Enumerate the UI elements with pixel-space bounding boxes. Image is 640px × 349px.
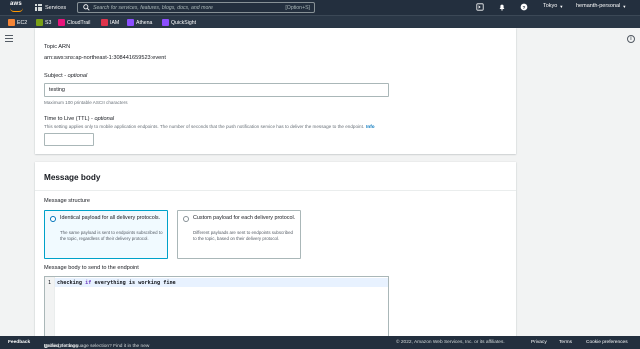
- radio-selected[interactable]: [50, 216, 56, 222]
- option-description: Different payloads are sent to endpoints…: [193, 230, 293, 241]
- favorite-label: Athena: [136, 19, 153, 26]
- feedback-link[interactable]: Feedback: [8, 340, 30, 345]
- s3-service-icon: [36, 19, 43, 26]
- ttl-input[interactable]: [44, 133, 94, 146]
- message-body-editor[interactable]: 1 checking if everything is working fine: [44, 276, 389, 342]
- favorite-cloudtrail[interactable]: CloudTrail: [58, 19, 90, 26]
- search-placeholder: Search for services, features, blogs, do…: [93, 4, 213, 11]
- search-icon: [83, 4, 90, 11]
- terms-link[interactable]: Terms: [559, 340, 572, 345]
- radio-unselected[interactable]: [183, 216, 189, 222]
- favorite-iam[interactable]: IAM: [101, 19, 119, 26]
- svg-text:?: ?: [523, 5, 526, 11]
- ttl-label: Time to Live (TTL) - optional: [44, 116, 115, 122]
- notifications-bell-icon[interactable]: [498, 3, 506, 11]
- cloudtrail-service-icon: [58, 19, 65, 26]
- console-footer: Feedback Looking for language selection?…: [0, 336, 640, 349]
- unified-settings-link[interactable]: Unified Settings: [44, 344, 78, 349]
- quicksight-service-icon: [162, 19, 169, 26]
- favorite-label: S3: [45, 19, 52, 26]
- aws-smile-icon: [9, 8, 23, 12]
- services-grid-icon: [35, 4, 42, 11]
- top-navigation-bar: aws Services Search for services, featur…: [0, 0, 640, 15]
- favorite-ec2[interactable]: EC2: [8, 19, 27, 26]
- global-search-input[interactable]: Search for services, features, blogs, do…: [77, 2, 315, 13]
- option-description: The same payload is sent to endpoints su…: [60, 230, 163, 241]
- services-menu-button[interactable]: Services: [35, 2, 66, 13]
- search-shortcut: [Option+S]: [285, 4, 310, 11]
- custom-payload-option[interactable]: Custom payload for each delivery protoco…: [177, 210, 301, 259]
- aws-logo[interactable]: aws: [6, 1, 26, 14]
- favorite-label: QuickSight: [171, 19, 197, 26]
- editor-code-line: checking if everything is working fine: [57, 280, 176, 286]
- info-panel-icon[interactable]: i: [627, 35, 635, 43]
- message-details-panel: Topic ARN arn:aws:sns:ap-northeast-1:308…: [35, 28, 516, 154]
- region-selector[interactable]: Tokyo ▼: [543, 3, 563, 9]
- iam-service-icon: [101, 19, 108, 26]
- favorite-label: IAM: [110, 19, 120, 26]
- favorite-label: CloudTrail: [67, 19, 91, 26]
- external-link-icon: ⧉: [44, 345, 48, 349]
- services-label: Services: [45, 4, 67, 11]
- favorites-bar: EC2 S3 CloudTrail IAM Athena QuickSight: [0, 15, 640, 28]
- copyright-text: © 2022, Amazon Web Services, Inc. or its…: [396, 340, 505, 345]
- subject-hint: Maximum 100 printable ASCII characters: [44, 100, 128, 105]
- cookie-preferences-link[interactable]: Cookie preferences: [586, 340, 628, 345]
- caret-down-icon: ▼: [559, 3, 564, 9]
- option-title: Custom payload for each delivery protoco…: [193, 215, 296, 221]
- ttl-info-link[interactable]: Info: [366, 124, 374, 129]
- editor-gutter: [45, 277, 55, 341]
- region-label: Tokyo: [543, 3, 558, 9]
- subject-input-value: testing: [49, 87, 65, 93]
- favorite-athena[interactable]: Athena: [127, 19, 152, 26]
- option-title: Identical payload for all delivery proto…: [60, 215, 161, 221]
- subject-label: Subject - optional: [44, 73, 88, 79]
- athena-service-icon: [127, 19, 134, 26]
- ttl-hint: This setting applies only to mobile appl…: [44, 124, 375, 129]
- line-number: 1: [48, 280, 52, 286]
- ec2-service-icon: [8, 19, 15, 26]
- side-navigation-menu-icon[interactable]: [5, 35, 13, 42]
- caret-down-icon: ▼: [622, 3, 627, 9]
- favorite-quicksight[interactable]: QuickSight: [162, 19, 196, 26]
- section-divider: [35, 190, 516, 191]
- favorite-s3[interactable]: S3: [36, 19, 51, 26]
- topic-arn-label: Topic ARN: [44, 44, 71, 50]
- editor-label: Message body to send to the endpoint: [44, 265, 139, 271]
- message-structure-label: Message structure: [44, 198, 91, 204]
- favorite-label: EC2: [17, 19, 28, 26]
- aws-logo-text: aws: [10, 1, 22, 7]
- privacy-link[interactable]: Privacy: [531, 340, 547, 345]
- message-body-title: Message body: [44, 173, 101, 182]
- topic-arn-value: arn:aws:sns:ap-northeast-1:308441659523:…: [44, 55, 166, 61]
- help-icon[interactable]: ?: [520, 3, 528, 11]
- cloudshell-icon[interactable]: [476, 3, 484, 11]
- account-menu[interactable]: hemanth-personal ▼: [576, 3, 626, 9]
- subject-input[interactable]: testing: [44, 83, 389, 97]
- identical-payload-option[interactable]: Identical payload for all delivery proto…: [44, 210, 168, 259]
- account-label: hemanth-personal: [576, 3, 621, 9]
